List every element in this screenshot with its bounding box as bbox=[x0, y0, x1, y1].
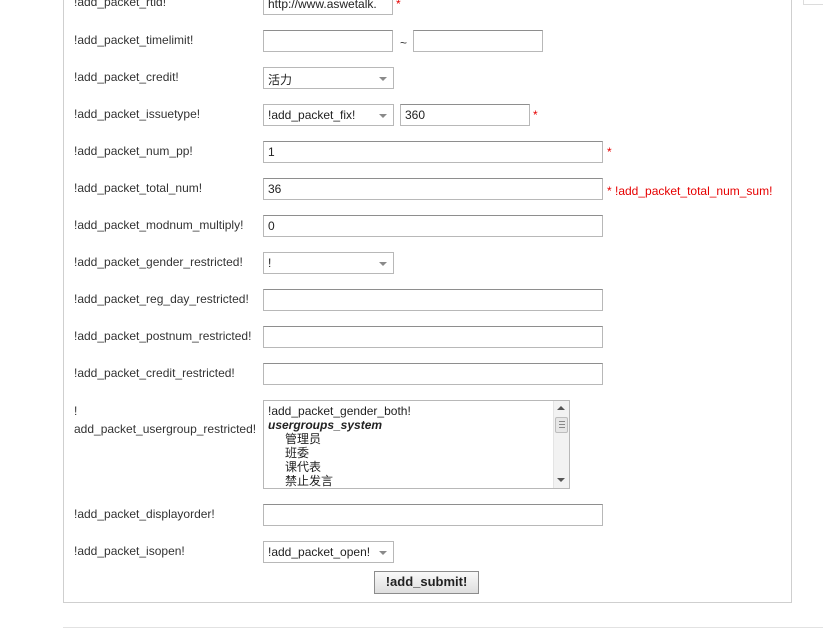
issuetype-select-value: !add_packet_fix! bbox=[268, 108, 356, 122]
issuetype-required-mark: * bbox=[533, 108, 538, 122]
timelimit-end-input[interactable] bbox=[413, 30, 543, 52]
chevron-down-icon bbox=[379, 77, 387, 81]
num-pp-input[interactable]: 1 bbox=[263, 141, 603, 163]
submit-button[interactable]: !add_submit! bbox=[374, 571, 479, 594]
scrollbar-thumb[interactable] bbox=[555, 417, 568, 433]
timelimit-separator: ~ bbox=[400, 36, 408, 50]
credit-select-value: 活力 bbox=[268, 73, 293, 87]
rtid-required-mark: * bbox=[396, 0, 401, 11]
label-gender-restricted: !add_packet_gender_restricted! bbox=[74, 255, 243, 269]
usergroup-option[interactable]: 禁止发言 bbox=[285, 474, 333, 488]
reg-day-restricted-input[interactable] bbox=[263, 289, 603, 311]
num-pp-required-mark: * bbox=[607, 145, 612, 159]
displayorder-input[interactable] bbox=[263, 504, 603, 526]
label-issuetype: !add_packet_issuetype! bbox=[74, 107, 201, 121]
credit-select[interactable]: 活力 bbox=[263, 67, 394, 89]
label-displayorder: !add_packet_displayorder! bbox=[74, 507, 215, 521]
top-right-frame-edge bbox=[803, 0, 823, 5]
issuetype-select[interactable]: !add_packet_fix! bbox=[263, 104, 394, 126]
scroll-down-arrow-icon[interactable] bbox=[557, 478, 565, 482]
usergroup-option[interactable]: 课代表 bbox=[285, 460, 321, 474]
isopen-select-value: !add_packet_open! bbox=[268, 545, 371, 559]
timelimit-start-input[interactable] bbox=[263, 30, 393, 52]
usergroup-optgroup-label: usergroups_system bbox=[268, 418, 383, 432]
usergroup-listbox[interactable]: !add_packet_gender_both! usergroups_syst… bbox=[263, 400, 570, 489]
gender-select-value: ! bbox=[268, 256, 272, 270]
chevron-down-icon bbox=[379, 551, 387, 555]
rtid-input[interactable]: http://www.aswetalk. bbox=[263, 0, 393, 15]
label-credit: !add_packet_credit! bbox=[74, 70, 179, 84]
label-credit-restricted: !add_packet_credit_restricted! bbox=[74, 366, 235, 380]
footer-divider bbox=[63, 627, 823, 628]
label-isopen: !add_packet_isopen! bbox=[74, 544, 185, 558]
total-num-note: * !add_packet_total_num_sum! bbox=[607, 184, 773, 198]
label-modnum-multiply: !add_packet_modnum_multiply! bbox=[74, 218, 244, 232]
chevron-down-icon bbox=[379, 262, 387, 266]
usergroup-option[interactable]: !add_packet_gender_both! bbox=[268, 404, 411, 418]
usergroup-option[interactable]: 管理员 bbox=[285, 432, 321, 446]
label-rtid: !add_packet_rtid! bbox=[74, 0, 167, 9]
credit-restricted-input[interactable] bbox=[263, 363, 603, 385]
label-reg-day-restricted: !add_packet_reg_day_restricted! bbox=[74, 292, 249, 306]
label-num-pp: !add_packet_num_pp! bbox=[74, 144, 193, 158]
label-usergroup-restricted: ! add_packet_usergroup_restricted! bbox=[74, 404, 257, 436]
usergroup-option[interactable]: 班委 bbox=[285, 446, 309, 460]
total-num-input[interactable]: 36 bbox=[263, 178, 603, 200]
label-total-num: !add_packet_total_num! bbox=[74, 181, 203, 195]
label-timelimit: !add_packet_timelimit! bbox=[74, 33, 194, 47]
postnum-restricted-input[interactable] bbox=[263, 326, 603, 348]
listbox-scrollbar[interactable] bbox=[553, 401, 569, 488]
issuetype-amount-input[interactable]: 360 bbox=[400, 104, 530, 126]
chevron-down-icon bbox=[379, 114, 387, 118]
scroll-up-arrow-icon[interactable] bbox=[557, 406, 565, 410]
isopen-select[interactable]: !add_packet_open! bbox=[263, 541, 394, 563]
label-postnum-restricted: !add_packet_postnum_restricted! bbox=[74, 329, 252, 343]
gender-select[interactable]: ! bbox=[263, 252, 394, 274]
modnum-multiply-input[interactable]: 0 bbox=[263, 215, 603, 237]
